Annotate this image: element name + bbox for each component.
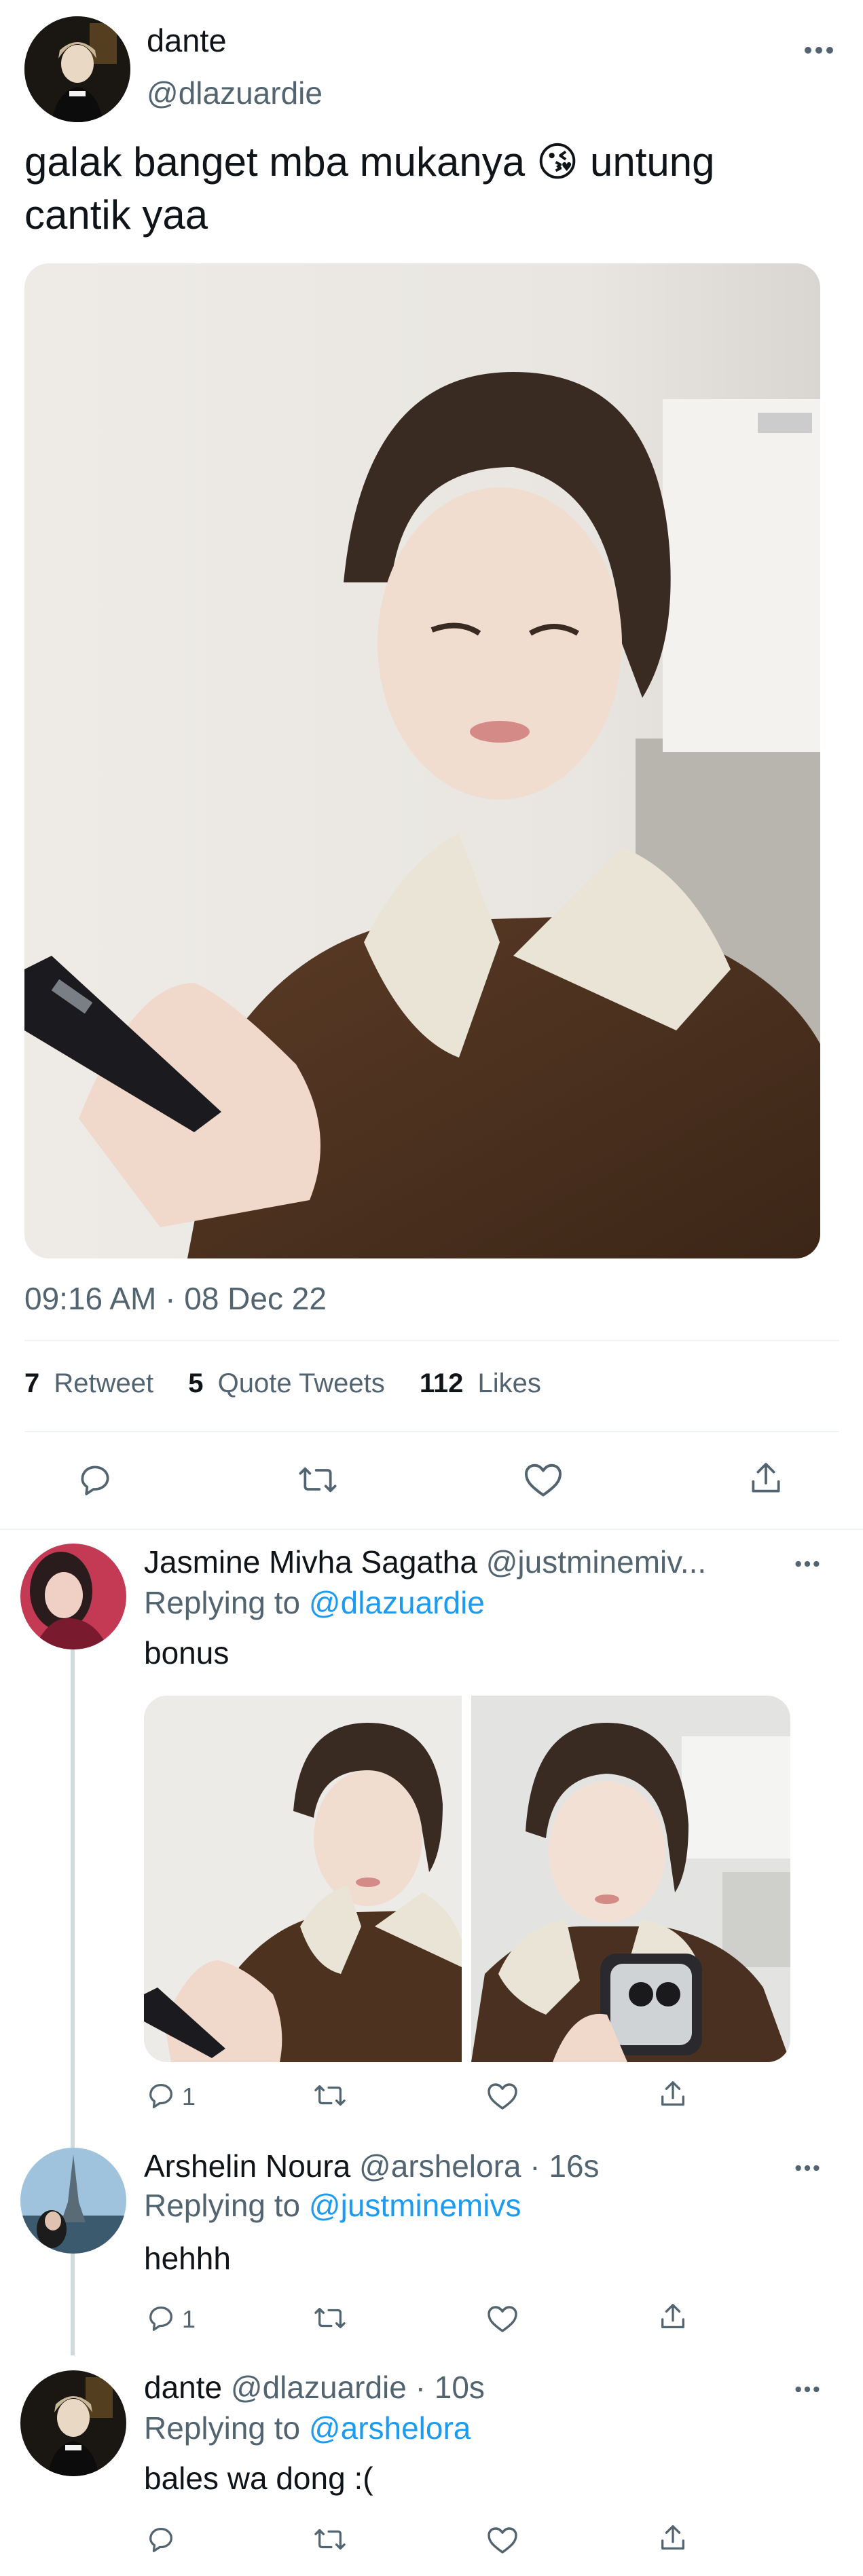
reply-header: Arshelin Noura @arshelora · 16s: [144, 2148, 600, 2184]
share-icon[interactable]: [657, 2301, 688, 2332]
share-icon[interactable]: [747, 1459, 785, 1497]
more-horizontal-icon[interactable]: [794, 1557, 820, 1571]
share-icon[interactable]: [657, 2078, 688, 2110]
reply-avatar[interactable]: [20, 2148, 126, 2254]
like-icon[interactable]: [486, 2081, 519, 2111]
tweet-timestamp[interactable]: 09:16 AM · 08 Dec 22: [24, 1280, 327, 1317]
like-count[interactable]: 112: [420, 1368, 464, 1398]
more-horizontal-icon[interactable]: [804, 42, 834, 58]
retweet-label[interactable]: Retweet: [54, 1368, 153, 1398]
divider: [0, 1529, 863, 1530]
divider: [24, 1431, 839, 1432]
reply-icon[interactable]: [145, 2524, 177, 2555]
like-icon[interactable]: [523, 1461, 564, 1499]
retweet-count[interactable]: 7: [24, 1368, 39, 1398]
divider: [24, 1340, 839, 1341]
quote-count[interactable]: 5: [188, 1368, 203, 1398]
like-label[interactable]: Likes: [477, 1368, 540, 1398]
more-horizontal-icon[interactable]: [794, 2161, 820, 2175]
retweet-icon[interactable]: [312, 2302, 348, 2334]
reply-count: 1: [182, 2083, 196, 2110]
reply-icon[interactable]: [145, 2080, 177, 2111]
quote-label[interactable]: Quote Tweets: [218, 1368, 385, 1398]
replying-to-prefix: Replying to: [144, 2188, 301, 2223]
replying-to: Replying to @dlazuardie: [144, 1584, 485, 1621]
reply-icon[interactable]: [145, 2302, 177, 2334]
reply-photo[interactable]: [471, 1696, 790, 2062]
author-handle[interactable]: @dlazuardie: [147, 75, 323, 111]
replying-to: Replying to @arshelora: [144, 2410, 471, 2446]
more-horizontal-icon[interactable]: [794, 2383, 820, 2396]
reply-icon[interactable]: [76, 1461, 114, 1499]
retweet-icon[interactable]: [312, 2080, 348, 2111]
reply-text: bales wa dong :(: [144, 2461, 373, 2496]
reply-photo[interactable]: [144, 1696, 462, 2062]
reply-author-name[interactable]: Jasmine Mivha Sagatha: [144, 1544, 477, 1580]
reply-text: hehhh: [144, 2241, 231, 2276]
tweet-photo[interactable]: [24, 263, 820, 1258]
stats-row: 7 Retweet 5 Quote Tweets 112 Likes: [24, 1368, 541, 1399]
reply-author-name[interactable]: dante: [144, 2370, 222, 2405]
share-icon[interactable]: [657, 2522, 688, 2554]
replying-to: Replying to @justminemivs: [144, 2187, 521, 2224]
like-icon[interactable]: [486, 2525, 519, 2555]
like-icon[interactable]: [486, 2304, 519, 2334]
retweet-icon[interactable]: [296, 1461, 339, 1499]
reply-author-handle[interactable]: @justminemiv...: [486, 1544, 706, 1580]
tweet-text: galak banget mba mukanya 😘 untung cantik…: [24, 139, 715, 238]
reply-author-handle[interactable]: @dlazuardie · 10s: [231, 2370, 485, 2405]
reply-header: Jasmine Mivha Sagatha @justminemiv...: [144, 1544, 706, 1580]
replying-to-handle[interactable]: @justminemivs: [309, 2188, 521, 2223]
author-avatar[interactable]: [24, 16, 130, 122]
reply-header: dante @dlazuardie · 10s: [144, 2369, 485, 2406]
author-name[interactable]: dante: [147, 22, 227, 59]
reply-avatar[interactable]: [20, 2370, 126, 2476]
replying-to-prefix: Replying to: [144, 1585, 301, 1620]
reply-author-name[interactable]: Arshelin Noura: [144, 2148, 350, 2184]
reply-avatar[interactable]: [20, 1544, 126, 1649]
reply-photo-grid: [144, 1696, 790, 2062]
replying-to-prefix: Replying to: [144, 2410, 301, 2446]
reply-count: 1: [182, 2305, 196, 2333]
replying-to-handle[interactable]: @dlazuardie: [309, 1585, 485, 1620]
replying-to-handle[interactable]: @arshelora: [309, 2410, 471, 2446]
retweet-icon[interactable]: [312, 2524, 348, 2555]
reply-text: bonus: [144, 1635, 229, 1670]
reply-author-handle[interactable]: @arshelora · 16s: [359, 2148, 600, 2184]
